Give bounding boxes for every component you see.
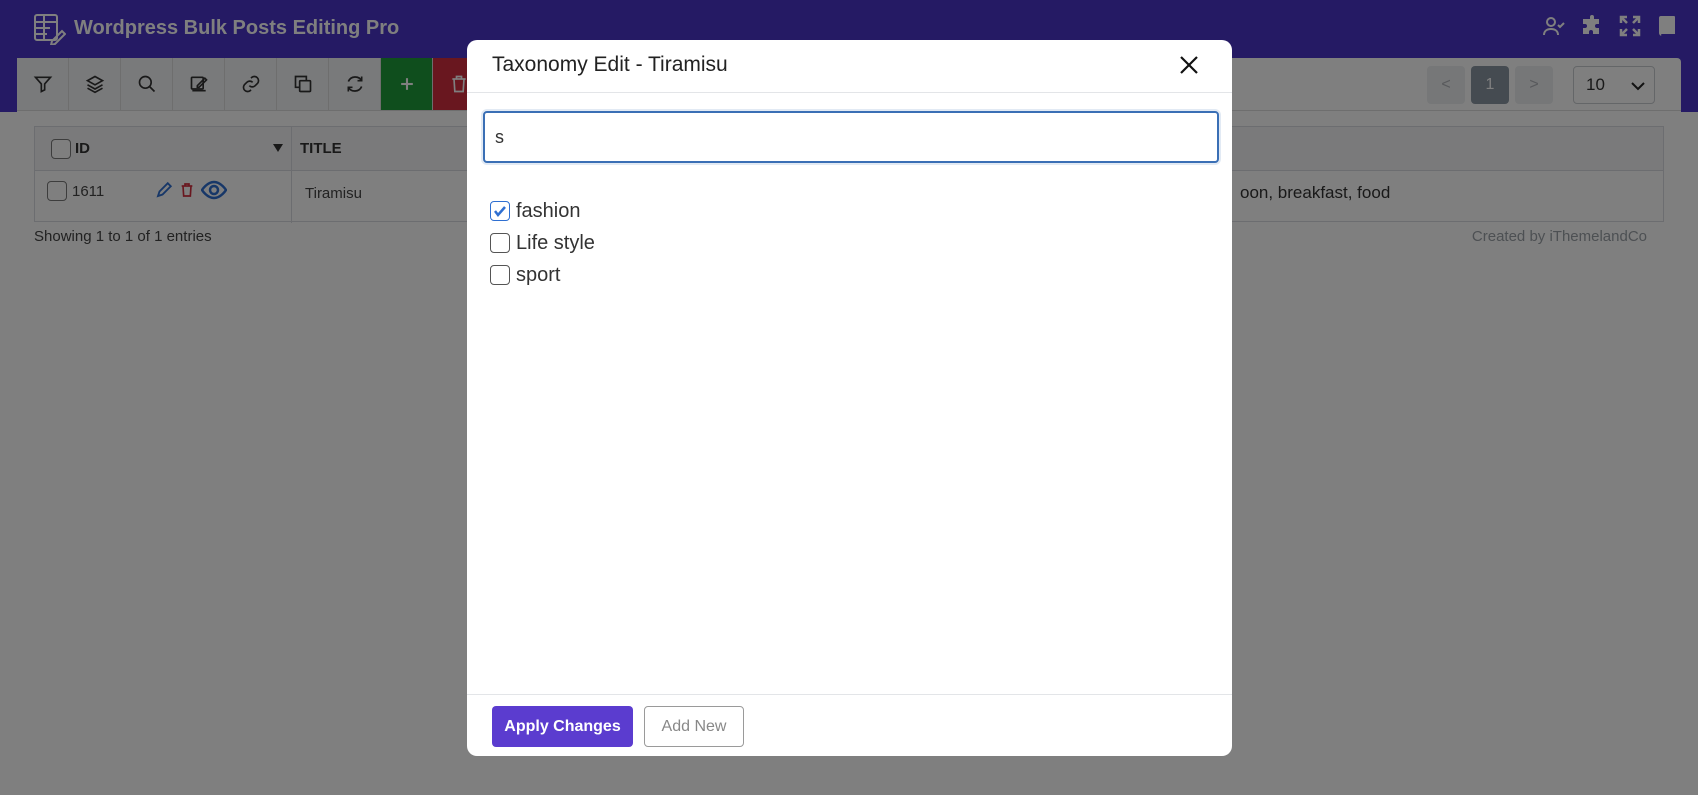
taxonomy-list: fashion Life style sport	[490, 195, 595, 291]
list-item[interactable]: Life style	[490, 227, 595, 259]
close-icon	[1180, 56, 1198, 74]
item-label[interactable]: Life style	[516, 232, 595, 255]
checkbox-sport[interactable]	[490, 265, 510, 285]
checkbox-life-style[interactable]	[490, 233, 510, 253]
item-label[interactable]: sport	[516, 264, 560, 287]
modal-header: Taxonomy Edit - Tiramisu	[467, 40, 1232, 93]
modal-title: Taxonomy Edit - Tiramisu	[492, 53, 728, 76]
apply-changes-button[interactable]: Apply Changes	[492, 706, 633, 747]
add-new-button[interactable]: Add New	[644, 706, 744, 747]
close-button[interactable]	[1178, 54, 1200, 76]
check-icon	[494, 206, 506, 217]
taxonomy-edit-modal: Taxonomy Edit - Tiramisu fashion Life st…	[467, 40, 1232, 756]
taxonomy-search-input[interactable]	[483, 111, 1219, 163]
modal-footer: Apply Changes Add New	[467, 694, 1232, 756]
list-item[interactable]: sport	[490, 259, 595, 291]
checkbox-fashion[interactable]	[490, 201, 510, 221]
list-item[interactable]: fashion	[490, 195, 595, 227]
item-label[interactable]: fashion	[516, 200, 581, 223]
